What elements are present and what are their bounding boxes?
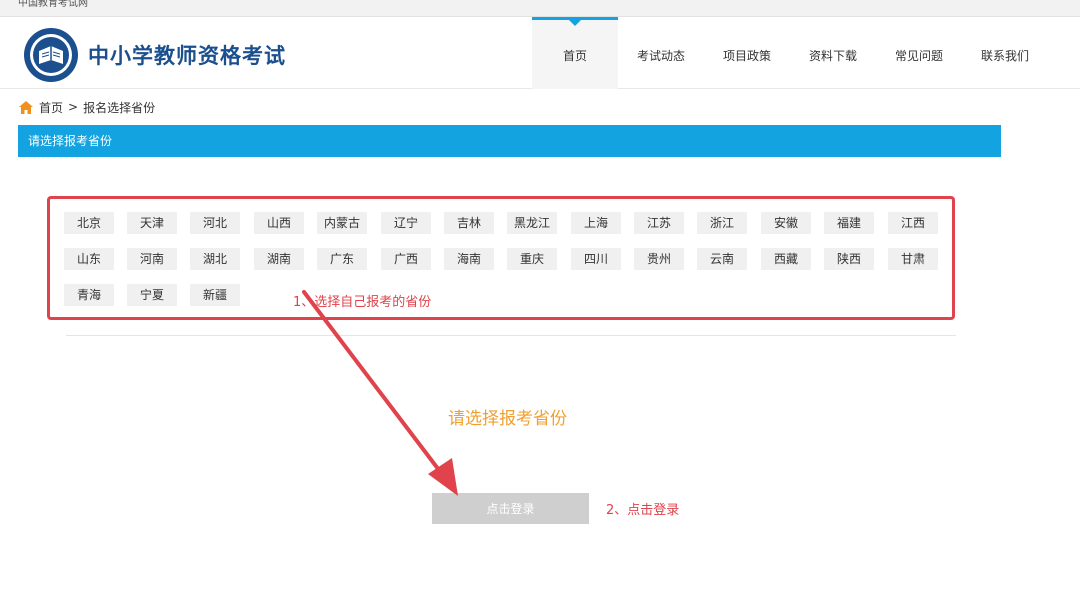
province-shanghai[interactable]: 上海	[571, 212, 621, 234]
province-yunnan[interactable]: 云南	[697, 248, 747, 270]
nav-contact[interactable]: 联系我们	[962, 17, 1048, 89]
nav-home[interactable]: 首页	[532, 17, 618, 89]
breadcrumb-current: 报名选择省份	[83, 100, 156, 115]
step2-annotation: 2、点击登录	[606, 503, 680, 518]
section-title-bar: 请选择报考省份	[18, 125, 1001, 157]
province-shandong[interactable]: 山东	[64, 248, 114, 270]
province-guangdong[interactable]: 广东	[317, 248, 367, 270]
province-tianjin[interactable]: 天津	[127, 212, 177, 234]
province-jiangxi[interactable]: 江西	[888, 212, 938, 234]
breadcrumb-separator: >	[68, 100, 79, 114]
province-xinjiang[interactable]: 新疆	[190, 284, 240, 306]
main-nav: 首页 考试动态 项目政策 资料下载 常见问题 联系我们	[532, 17, 1048, 89]
province-shanxi[interactable]: 山西	[254, 212, 304, 234]
province-neimenggu[interactable]: 内蒙古	[317, 212, 367, 234]
province-guizhou[interactable]: 贵州	[634, 248, 684, 270]
province-jiangsu[interactable]: 江苏	[634, 212, 684, 234]
province-zhejiang[interactable]: 浙江	[697, 212, 747, 234]
province-guangxi[interactable]: 广西	[381, 248, 431, 270]
top-strip-text: 中国教育考试网	[18, 0, 88, 9]
nav-faq[interactable]: 常见问题	[876, 17, 962, 89]
divider	[66, 335, 956, 336]
home-icon	[19, 100, 33, 114]
login-button[interactable]: 点击登录	[432, 493, 589, 524]
province-liaoning[interactable]: 辽宁	[381, 212, 431, 234]
province-hunan[interactable]: 湖南	[254, 248, 304, 270]
nav-downloads[interactable]: 资料下载	[790, 17, 876, 89]
province-heilongjiang[interactable]: 黑龙江	[507, 212, 557, 234]
province-xizang[interactable]: 西藏	[761, 248, 811, 270]
province-ningxia[interactable]: 宁夏	[127, 284, 177, 306]
province-gansu[interactable]: 甘肃	[888, 248, 938, 270]
province-hubei[interactable]: 湖北	[190, 248, 240, 270]
select-province-prompt: 请选择报考省份	[448, 409, 567, 429]
province-chongqing[interactable]: 重庆	[507, 248, 557, 270]
province-jilin[interactable]: 吉林	[444, 212, 494, 234]
breadcrumb: 首页 > 报名选择省份	[19, 99, 155, 115]
site-title[interactable]: 中小学教师资格考试	[88, 40, 286, 70]
nav-exam-news[interactable]: 考试动态	[618, 17, 704, 89]
province-hebei[interactable]: 河北	[190, 212, 240, 234]
province-highlight-box	[47, 196, 955, 320]
province-shaanxi[interactable]: 陕西	[824, 248, 874, 270]
province-anhui[interactable]: 安徽	[761, 212, 811, 234]
step1-annotation: 1、选择自己报考的省份	[293, 295, 432, 310]
province-beijing[interactable]: 北京	[64, 212, 114, 234]
province-sichuan[interactable]: 四川	[571, 248, 621, 270]
header: 中小学教师资格考试 首页 考试动态 项目政策 资料下载 常见问题 联系我们	[0, 17, 1080, 89]
logo-icon[interactable]	[23, 27, 79, 83]
province-qinghai[interactable]: 青海	[64, 284, 114, 306]
top-strip: 中国教育考试网	[0, 0, 1080, 17]
breadcrumb-home[interactable]: 首页	[39, 99, 63, 116]
province-fujian[interactable]: 福建	[824, 212, 874, 234]
nav-policy[interactable]: 项目政策	[704, 17, 790, 89]
province-henan[interactable]: 河南	[127, 248, 177, 270]
province-hainan[interactable]: 海南	[444, 248, 494, 270]
